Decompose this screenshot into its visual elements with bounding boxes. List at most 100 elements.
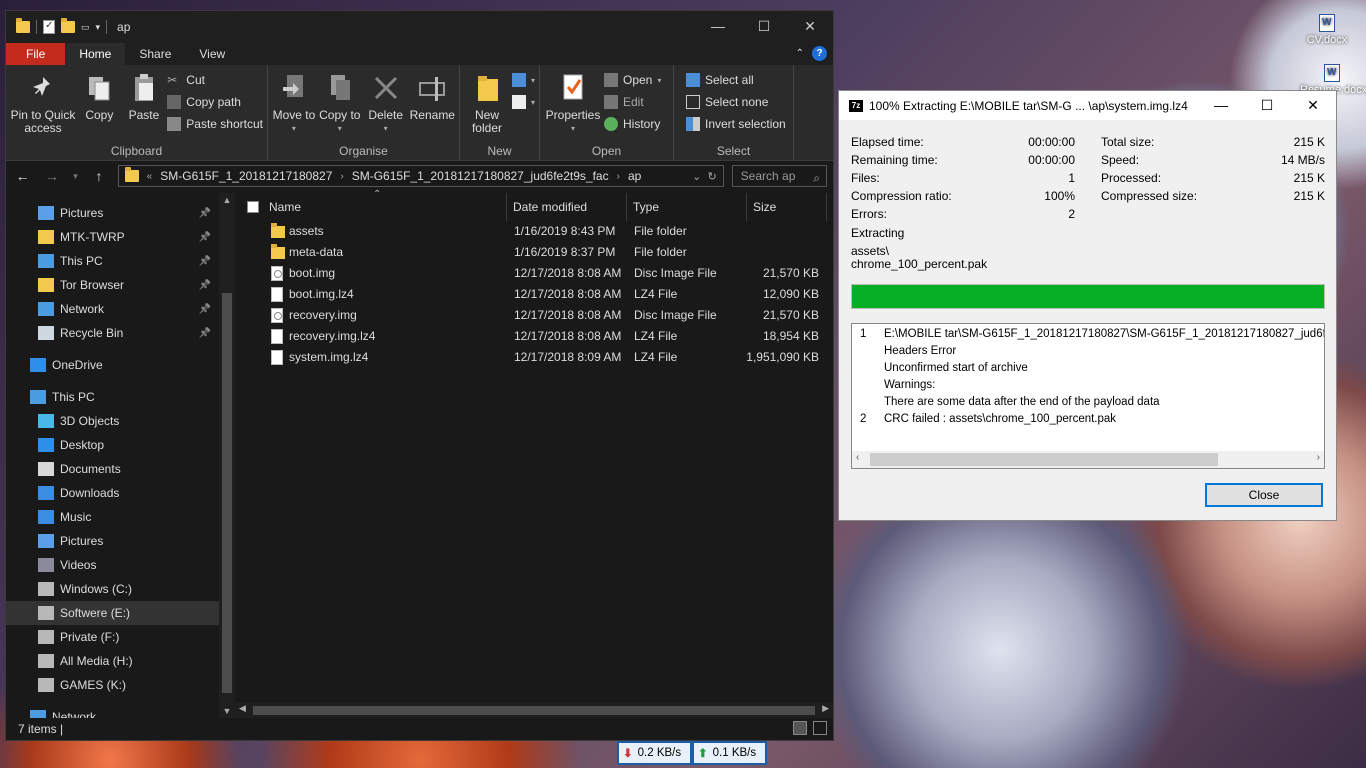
sidebar-item[interactable]: Tor Browser 📌 xyxy=(6,273,219,297)
sidebar-item[interactable]: 3D Objects xyxy=(6,409,219,433)
sidebar-item[interactable]: MTK-TWRP 📌 xyxy=(6,225,219,249)
forward-arrow-icon[interactable]: → xyxy=(41,168,62,184)
scrollbar-thumb[interactable] xyxy=(253,706,815,715)
breadcrumb-item[interactable]: SM-G615F_1_20181217180827 xyxy=(160,169,332,183)
pin-icon[interactable]: 📌 xyxy=(199,304,211,315)
scroll-right-icon[interactable]: ▶ xyxy=(822,703,829,714)
pin-icon[interactable]: 📌 xyxy=(199,208,211,219)
sidebar-item[interactable]: Documents xyxy=(6,457,219,481)
sidebar-item[interactable]: Downloads xyxy=(6,481,219,505)
copy-path-button[interactable]: Copy path xyxy=(167,93,263,111)
sidebar-item[interactable]: Desktop xyxy=(6,433,219,457)
cut-button[interactable]: ✂ Cut xyxy=(167,71,263,89)
breadcrumb-overflow[interactable]: « xyxy=(147,171,153,182)
sidebar-item[interactable]: Recycle Bin 📌 xyxy=(6,321,219,345)
back-arrow-icon[interactable]: ← xyxy=(12,168,33,184)
pin-icon[interactable]: 📌 xyxy=(199,280,211,291)
minimize-button[interactable]: — xyxy=(695,11,741,43)
sidebar-item[interactable]: This PC 📌 xyxy=(6,249,219,273)
tab-file[interactable]: File xyxy=(6,43,66,65)
scroll-right-icon[interactable]: › xyxy=(1317,452,1320,463)
sidebar-item[interactable]: Windows (C:) xyxy=(6,577,219,601)
edit-button[interactable]: Edit xyxy=(604,93,661,111)
breadcrumb-item[interactable]: SM-G615F_1_20181217180827_jud6fe2t9s_fac xyxy=(352,169,609,183)
table-row[interactable]: recovery.img.lz4 12/17/2018 8:08 AM LZ4 Fi… xyxy=(235,326,833,347)
dialog-titlebar[interactable]: 7z 100% Extracting E:\MOBILE tar\SM-G ..… xyxy=(839,91,1336,120)
breadcrumb-item[interactable]: ap xyxy=(628,169,641,183)
horizontal-scrollbar[interactable]: ◀ ▶ xyxy=(235,702,833,718)
sidebar-item[interactable]: Videos xyxy=(6,553,219,577)
pin-icon[interactable]: 📌 xyxy=(199,256,211,267)
log-row[interactable]: Unconfirmed start of archive xyxy=(860,360,1028,377)
large-icons-view-icon[interactable] xyxy=(813,721,827,735)
table-row[interactable]: boot.img 12/17/2018 8:08 AM Disc Image Fil… xyxy=(235,263,833,284)
tab-home[interactable]: Home xyxy=(65,43,126,65)
table-row[interactable]: recovery.img 12/17/2018 8:08 AM Disc Image… xyxy=(235,305,833,326)
sidebar-item[interactable]: OneDrive xyxy=(6,353,219,377)
explorer-titlebar[interactable]: ▭ ▾ ap — ☐ ✕ xyxy=(6,11,833,43)
nav-vertical-scrollbar[interactable]: ▲ ▼ xyxy=(219,193,235,718)
invert-selection-button[interactable]: Invert selection xyxy=(686,115,786,133)
rename-icon[interactable]: ▭ xyxy=(81,22,90,33)
easy-access-button[interactable]: ▾ xyxy=(511,93,535,111)
table-row[interactable]: meta-data 1/16/2019 8:37 PM File folder xyxy=(235,242,833,263)
select-all-checkbox[interactable] xyxy=(247,201,259,213)
new-item-button[interactable]: ▾ xyxy=(511,71,535,89)
open-button[interactable]: Open ▾ xyxy=(604,71,661,89)
sidebar-item[interactable]: Pictures 📌 xyxy=(6,201,219,225)
details-view-icon[interactable] xyxy=(793,721,807,735)
search-input[interactable]: Search ap ⌕ xyxy=(731,165,827,187)
close-button[interactable]: ✕ xyxy=(787,11,833,43)
log-row[interactable]: There are some data after the end of the… xyxy=(860,394,1160,411)
log-row[interactable]: 1 E:\MOBILE tar\SM-G615F_1_20181217180827… xyxy=(860,326,1324,343)
log-row[interactable]: 2 CRC failed : assets\chrome_100_percent.… xyxy=(860,411,1116,428)
log-horizontal-scrollbar[interactable]: ‹ › xyxy=(852,451,1324,468)
log-row[interactable]: Warnings: xyxy=(860,377,935,394)
sidebar-item[interactable]: Pictures xyxy=(6,529,219,553)
column-date-modified[interactable]: Date modified xyxy=(507,193,627,221)
breadcrumb-chevron-icon[interactable]: › xyxy=(340,171,343,182)
sidebar-item[interactable]: This PC xyxy=(6,385,219,409)
pin-icon[interactable]: 📌 xyxy=(199,232,211,243)
collapse-ribbon-icon[interactable]: ⌃ xyxy=(796,48,804,59)
minimize-button[interactable]: — xyxy=(1198,91,1244,120)
sidebar-item[interactable]: All Media (H:) xyxy=(6,649,219,673)
table-row[interactable]: assets 1/16/2019 8:43 PM File folder xyxy=(235,221,833,242)
column-size[interactable]: Size xyxy=(747,193,827,221)
column-type[interactable]: Type xyxy=(627,193,747,221)
scroll-up-icon[interactable]: ▲ xyxy=(219,195,235,205)
desktop-icon-cv[interactable]: CV.docx xyxy=(1302,14,1352,46)
column-name[interactable]: Name xyxy=(263,193,507,221)
scroll-down-icon[interactable]: ▼ xyxy=(219,706,235,716)
scrollbar-thumb[interactable] xyxy=(222,293,232,693)
up-arrow-icon[interactable]: ↑ xyxy=(88,168,109,184)
paste-shortcut-button[interactable]: Paste shortcut xyxy=(167,115,263,133)
help-icon[interactable]: ? xyxy=(812,46,827,61)
history-button[interactable]: History xyxy=(604,115,661,133)
refresh-icon[interactable]: ⌄ ↻ xyxy=(692,170,717,183)
scroll-left-icon[interactable]: ◀ xyxy=(239,703,246,714)
close-button[interactable]: ✕ xyxy=(1290,91,1336,120)
breadcrumb-chevron-icon[interactable]: › xyxy=(617,171,620,182)
select-all-button[interactable]: Select all xyxy=(686,71,786,89)
tab-view[interactable]: View xyxy=(185,43,239,65)
recent-locations-icon[interactable]: ▾ xyxy=(71,171,81,182)
table-row[interactable]: boot.img.lz4 12/17/2018 8:08 AM LZ4 File 12… xyxy=(235,284,833,305)
sidebar-item[interactable]: Private (F:) xyxy=(6,625,219,649)
sidebar-item[interactable]: GAMES (K:) xyxy=(6,673,219,697)
maximize-button[interactable]: ☐ xyxy=(741,11,787,43)
table-row[interactable]: system.img.lz4 12/17/2018 8:09 AM LZ4 File… xyxy=(235,347,833,368)
pin-icon[interactable]: 📌 xyxy=(199,328,211,339)
sidebar-item[interactable]: Network 📌 xyxy=(6,297,219,321)
sidebar-item[interactable]: Softwere (E:) xyxy=(6,601,219,625)
maximize-button[interactable]: ☐ xyxy=(1244,91,1290,120)
select-none-button[interactable]: Select none xyxy=(686,93,786,111)
new-folder-icon[interactable] xyxy=(61,18,75,33)
properties-icon[interactable] xyxy=(43,20,55,34)
scrollbar-thumb[interactable] xyxy=(870,453,1218,466)
log-row[interactable]: Headers Error xyxy=(860,343,956,360)
tab-share[interactable]: Share xyxy=(125,43,185,65)
sidebar-item[interactable]: Music xyxy=(6,505,219,529)
close-dialog-button[interactable]: Close xyxy=(1205,483,1323,507)
address-bar[interactable]: « SM-G615F_1_20181217180827 › SM-G615F_1… xyxy=(117,165,724,187)
